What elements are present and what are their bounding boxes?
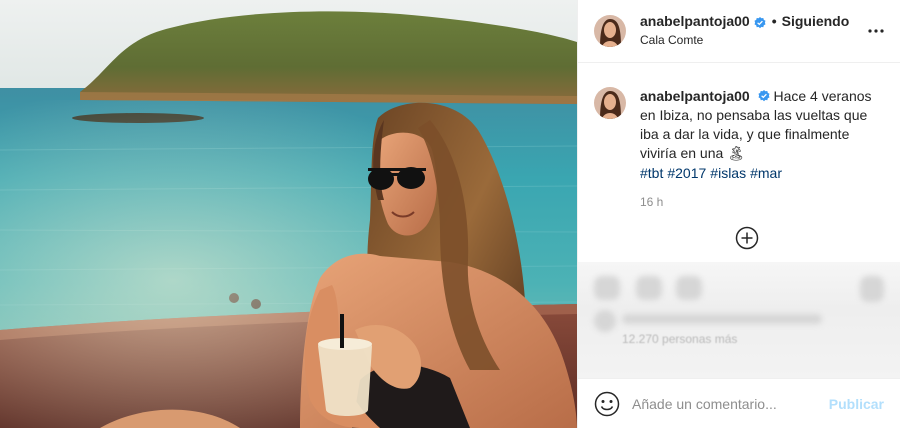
island-emoji: 🏝 xyxy=(727,145,745,161)
publish-button[interactable]: Publicar xyxy=(829,396,884,412)
post-caption: anabelpantoja00 Hace 4 veranos en Ibiza,… xyxy=(578,63,900,212)
blurred-share-icon xyxy=(676,276,702,300)
beach-photo-image xyxy=(0,0,577,428)
avatar-image xyxy=(594,87,626,119)
hashtag-link[interactable]: #tbt xyxy=(640,165,663,181)
instagram-post: anabelpantoja00 • Siguiendo Cala Comte a… xyxy=(0,0,900,428)
comment-composer: Publicar xyxy=(578,378,900,428)
verified-badge-icon xyxy=(754,16,766,28)
hashtag-list: #tbt #2017 #islas #mar xyxy=(640,164,884,183)
avatar-image xyxy=(594,15,626,47)
post-header: anabelpantoja00 • Siguiendo Cala Comte xyxy=(578,0,900,63)
username-link[interactable]: anabelpantoja00 xyxy=(640,13,750,30)
hashtag-link[interactable]: #islas xyxy=(710,165,746,181)
hashtag-link[interactable]: #mar xyxy=(750,165,782,181)
more-options-icon[interactable] xyxy=(864,19,888,43)
post-photo[interactable] xyxy=(0,0,577,428)
post-side-panel: anabelpantoja00 • Siguiendo Cala Comte a… xyxy=(577,0,900,428)
verified-badge-icon xyxy=(758,88,770,102)
blurred-comment-icon xyxy=(636,276,662,300)
blurred-save-icon xyxy=(860,276,884,302)
plus-circle-icon[interactable] xyxy=(735,226,759,250)
separator-dot: • xyxy=(771,13,777,29)
following-button[interactable]: Siguiendo xyxy=(782,13,850,30)
caption-avatar[interactable] xyxy=(594,87,626,119)
blurred-liked-by-text xyxy=(622,314,822,324)
blurred-actions-area: 12.270 personas más xyxy=(578,262,900,378)
emoji-icon[interactable] xyxy=(594,391,620,417)
hashtag-link[interactable]: #2017 xyxy=(667,165,706,181)
avatar[interactable] xyxy=(594,15,626,47)
blurred-like-icon xyxy=(594,276,620,300)
location-link[interactable]: Cala Comte xyxy=(640,32,864,49)
comment-input[interactable] xyxy=(632,395,821,412)
blurred-likes-count: 12.270 personas más xyxy=(622,332,738,346)
blurred-liker-avatar xyxy=(594,310,616,332)
post-timestamp: 16 h xyxy=(640,195,664,209)
caption-username-link[interactable]: anabelpantoja00 xyxy=(640,88,750,104)
